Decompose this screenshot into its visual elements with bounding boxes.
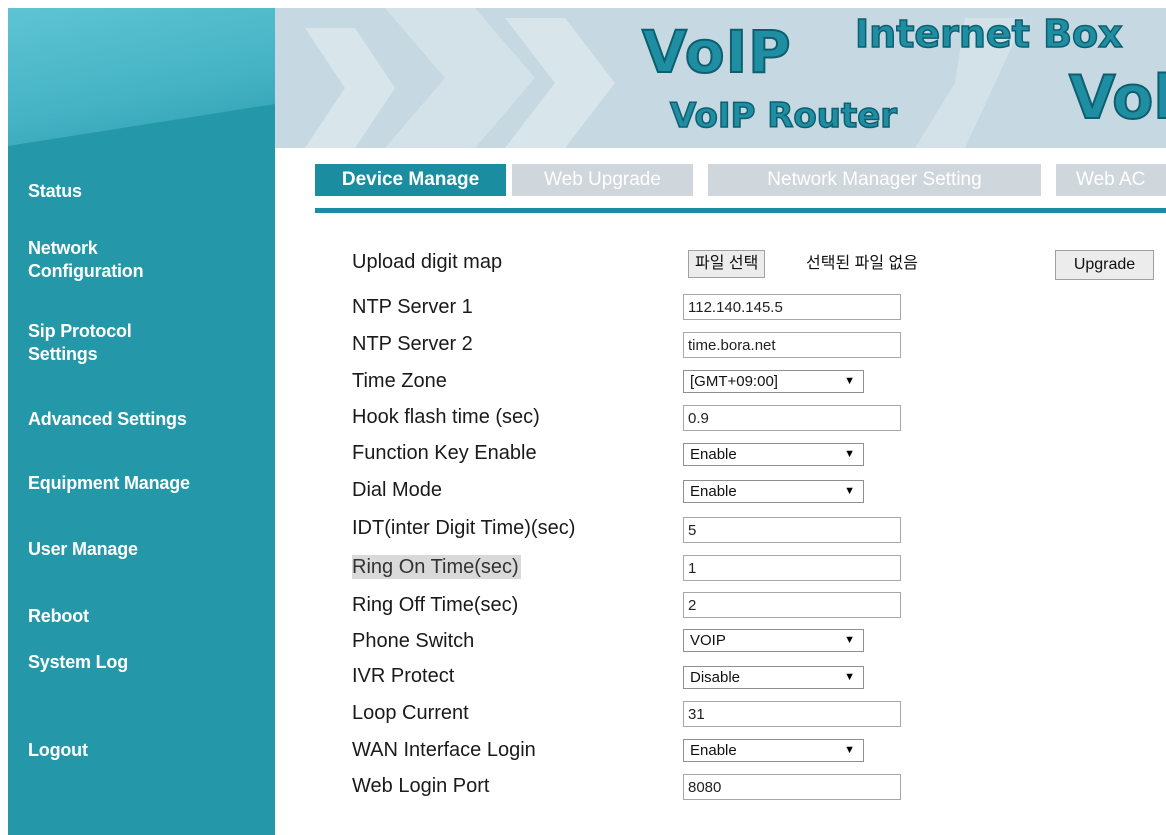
ring-off-time-input[interactable] [683,592,901,618]
hook-flash-time-label: Hook flash time (sec) [352,406,540,428]
sidebar-item-advanced-settings[interactable]: Advanced Settings [28,408,187,431]
upgrade-button[interactable]: Upgrade [1055,250,1154,280]
idt-input[interactable] [683,517,901,543]
header-banner: VoIP Internet Box VoIP Router Vol [275,8,1166,148]
tab-network-manager-setting[interactable]: Network Manager Setting [708,164,1041,196]
banner-cutoff-title: Vol [1068,62,1166,134]
upload-digit-map-label: Upload digit map [352,251,503,273]
sidebar-item-sip-protocol-settings[interactable]: Sip Protocol Settings [28,320,188,366]
tab-web-upgrade[interactable]: Web Upgrade [512,164,693,196]
function-key-enable-label: Function Key Enable [352,442,537,464]
wan-interface-login-value: Enable [690,742,737,759]
sidebar-item-user-manage[interactable]: User Manage [28,538,138,561]
time-zone-value: [GMT+09:00] [690,373,778,390]
triangle-down-icon: ▼ [844,671,855,683]
dial-mode-select[interactable]: Enable ▼ [683,480,864,503]
sidebar-item-logout[interactable]: Logout [28,739,88,762]
phone-switch-label: Phone Switch [352,630,475,652]
ring-off-time-label: Ring Off Time(sec) [352,594,519,616]
ring-on-time-label: Ring On Time(sec) [352,555,521,579]
triangle-down-icon: ▼ [844,485,855,497]
ntp-server-1-label: NTP Server 1 [352,296,473,318]
file-select-button[interactable]: 파일 선택 [688,250,766,278]
function-key-enable-select[interactable]: Enable ▼ [683,443,864,466]
tab-device-manage[interactable]: Device Manage [315,164,506,196]
ivr-protect-label: IVR Protect [352,665,455,687]
sidebar-item-reboot[interactable]: Reboot [28,605,89,628]
hook-flash-time-input[interactable] [683,405,901,431]
time-zone-select[interactable]: [GMT+09:00] ▼ [683,370,864,393]
wan-interface-login-label: WAN Interface Login [352,739,536,761]
tab-bar: Device Manage Web Upgrade Network Manage… [315,164,1166,204]
banner-voip-router-title: VoIP Router [669,95,898,137]
tab-web-ac[interactable]: Web AC [1056,164,1166,196]
web-login-port-label: Web Login Port [352,775,490,797]
ivr-protect-value: Disable [690,669,741,686]
dial-mode-value: Enable [690,483,737,500]
wan-interface-login-select[interactable]: Enable ▼ [683,739,864,762]
loop-current-label: Loop Current [352,702,469,724]
file-status-text: 선택된 파일 없음 [806,255,918,272]
sidebar-item-equipment-manage[interactable]: Equipment Manage [28,472,190,495]
ntp-server-2-label: NTP Server 2 [352,333,473,355]
phone-switch-value: VOIP [690,632,726,649]
sidebar: Status Network Configuration Sip Protoco… [8,8,275,835]
triangle-down-icon: ▼ [844,634,855,646]
function-key-enable-value: Enable [690,446,737,463]
banner-voip-title: VoIP [641,17,792,87]
ivr-protect-select[interactable]: Disable ▼ [683,666,864,689]
dial-mode-label: Dial Mode [352,479,443,501]
banner-internet-box-title: Internet Box [854,11,1123,57]
triangle-down-icon: ▼ [844,448,855,460]
loop-current-input[interactable] [683,701,901,727]
ntp-server-2-input[interactable] [683,332,901,358]
web-login-port-input[interactable] [683,774,901,800]
sidebar-item-status[interactable]: Status [28,180,82,203]
tab-underline [315,208,1166,213]
triangle-down-icon: ▼ [844,375,855,387]
ntp-server-1-input[interactable] [683,294,901,320]
triangle-down-icon: ▼ [844,744,855,756]
sidebar-logo-band [8,8,275,158]
sidebar-item-system-log[interactable]: System Log [28,651,128,674]
sidebar-item-network-configuration[interactable]: Network Configuration [28,237,188,283]
ring-on-time-input[interactable] [683,555,901,581]
idt-label: IDT(inter Digit Time)(sec) [352,517,576,539]
time-zone-label: Time Zone [352,370,447,392]
phone-switch-select[interactable]: VOIP ▼ [683,629,864,652]
